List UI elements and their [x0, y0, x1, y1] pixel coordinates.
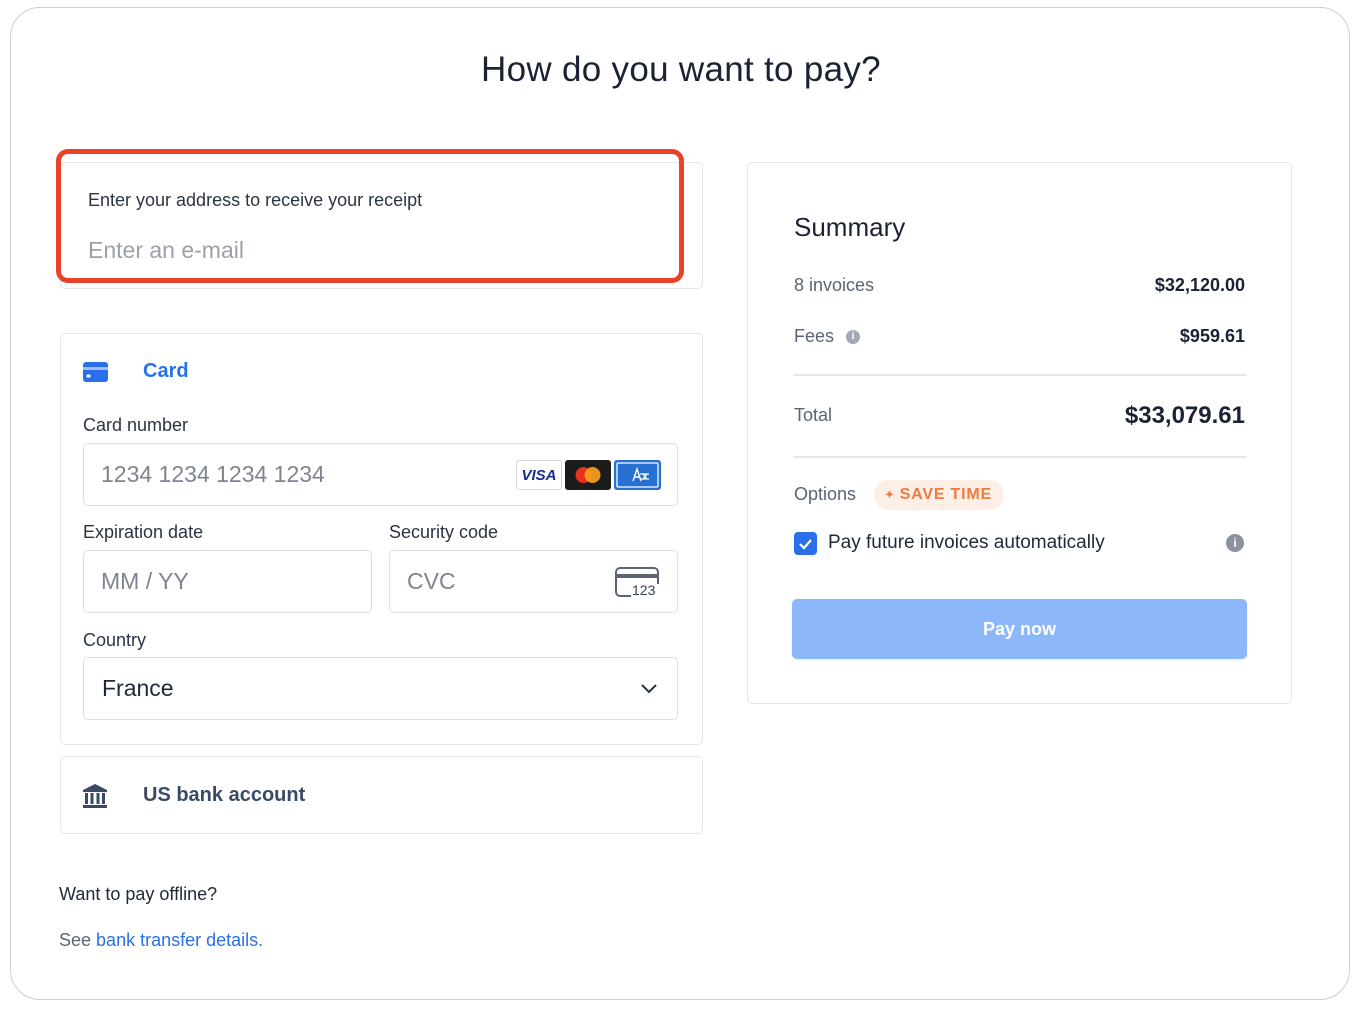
- offline-suffix: .: [258, 930, 264, 950]
- summary-divider: [794, 374, 1246, 376]
- auto-pay-checkbox[interactable]: [794, 532, 817, 555]
- visa-icon: VISA: [516, 460, 562, 490]
- cvc-input[interactable]: [407, 551, 565, 612]
- total-value: $33,079.61: [1124, 402, 1245, 429]
- fees-label: Fees: [794, 326, 835, 346]
- pay-offline-text: See bank transfer details.: [59, 930, 263, 951]
- bank-transfer-details-link[interactable]: bank transfer details: [96, 930, 258, 950]
- card-number-input[interactable]: [101, 444, 517, 505]
- country-select[interactable]: France: [83, 657, 678, 720]
- checkmark-icon: [799, 539, 812, 550]
- cvc-icon-text: 123: [632, 582, 656, 598]
- auto-pay-info-icon[interactable]: i: [1226, 534, 1244, 552]
- card-tab-label[interactable]: Card: [143, 360, 189, 383]
- us-bank-account-label[interactable]: US bank account: [143, 784, 305, 807]
- page-title: How do you want to pay?: [481, 50, 881, 89]
- card-number-label: Card number: [83, 415, 189, 435]
- total-label: Total: [794, 405, 833, 425]
- email-label: Enter your address to receive your recei…: [88, 190, 423, 210]
- credit-card-icon: [83, 362, 108, 382]
- expiration-label: Expiration date: [83, 522, 204, 542]
- country-label: Country: [83, 630, 147, 650]
- expiration-field[interactable]: [83, 550, 372, 613]
- invoices-value: $32,120.00: [1154, 275, 1245, 295]
- pay-offline-title: Want to pay offline?: [59, 884, 218, 904]
- mastercard-icon: [565, 460, 611, 490]
- options-label: Options: [794, 484, 857, 504]
- fees-info-icon[interactable]: i: [846, 330, 860, 344]
- auto-pay-label[interactable]: Pay future invoices automatically: [828, 532, 1105, 554]
- email-input[interactable]: [86, 232, 650, 268]
- bank-icon: [83, 784, 107, 808]
- security-code-field[interactable]: 123: [389, 550, 678, 613]
- expiration-input[interactable]: [101, 551, 302, 612]
- summary-title: Summary: [794, 212, 906, 242]
- amex-icon: [614, 460, 661, 490]
- save-time-badge-text: SAVE TIME: [899, 486, 992, 503]
- security-code-label: Security code: [389, 522, 499, 542]
- sparkle-icon: ✦: [884, 487, 896, 502]
- fees-value: $959.61: [1179, 326, 1245, 346]
- save-time-badge: ✦ SAVE TIME: [874, 480, 1004, 510]
- summary-divider: [794, 456, 1246, 458]
- pay-now-button[interactable]: Pay now: [792, 599, 1247, 659]
- country-value: France: [102, 675, 174, 701]
- offline-prefix: See: [59, 930, 92, 950]
- invoices-label: 8 invoices: [794, 275, 875, 295]
- visa-icon-text: VISA: [521, 467, 557, 484]
- chevron-down-icon: [641, 684, 657, 694]
